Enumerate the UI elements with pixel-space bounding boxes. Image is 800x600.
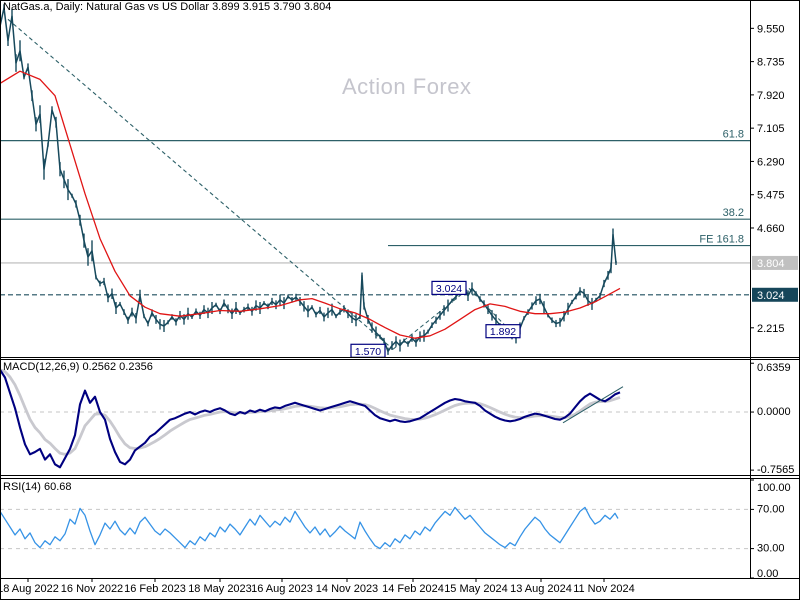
chart-window: 61.8 38.2 FE 161.8 3.024 1.570 1.892 9.550 8.73… — [0, 0, 800, 600]
rsi-panel[interactable] — [0, 480, 750, 578]
price-scale-axis[interactable] — [750, 0, 800, 578]
macd-indicator-label: MACD(12,26,9) 0.2562 0.2356 — [3, 361, 153, 373]
macd-panel[interactable] — [0, 360, 750, 475]
price-panel[interactable] — [0, 12, 750, 357]
symbol-ohlc-title: NatGas.a, Daily: Natural Gas vs US Dolla… — [3, 1, 332, 13]
time-scale-axis[interactable] — [0, 578, 800, 600]
watermark: Action Forex — [342, 74, 472, 99]
rsi-indicator-label: RSI(14) 60.68 — [3, 481, 72, 493]
